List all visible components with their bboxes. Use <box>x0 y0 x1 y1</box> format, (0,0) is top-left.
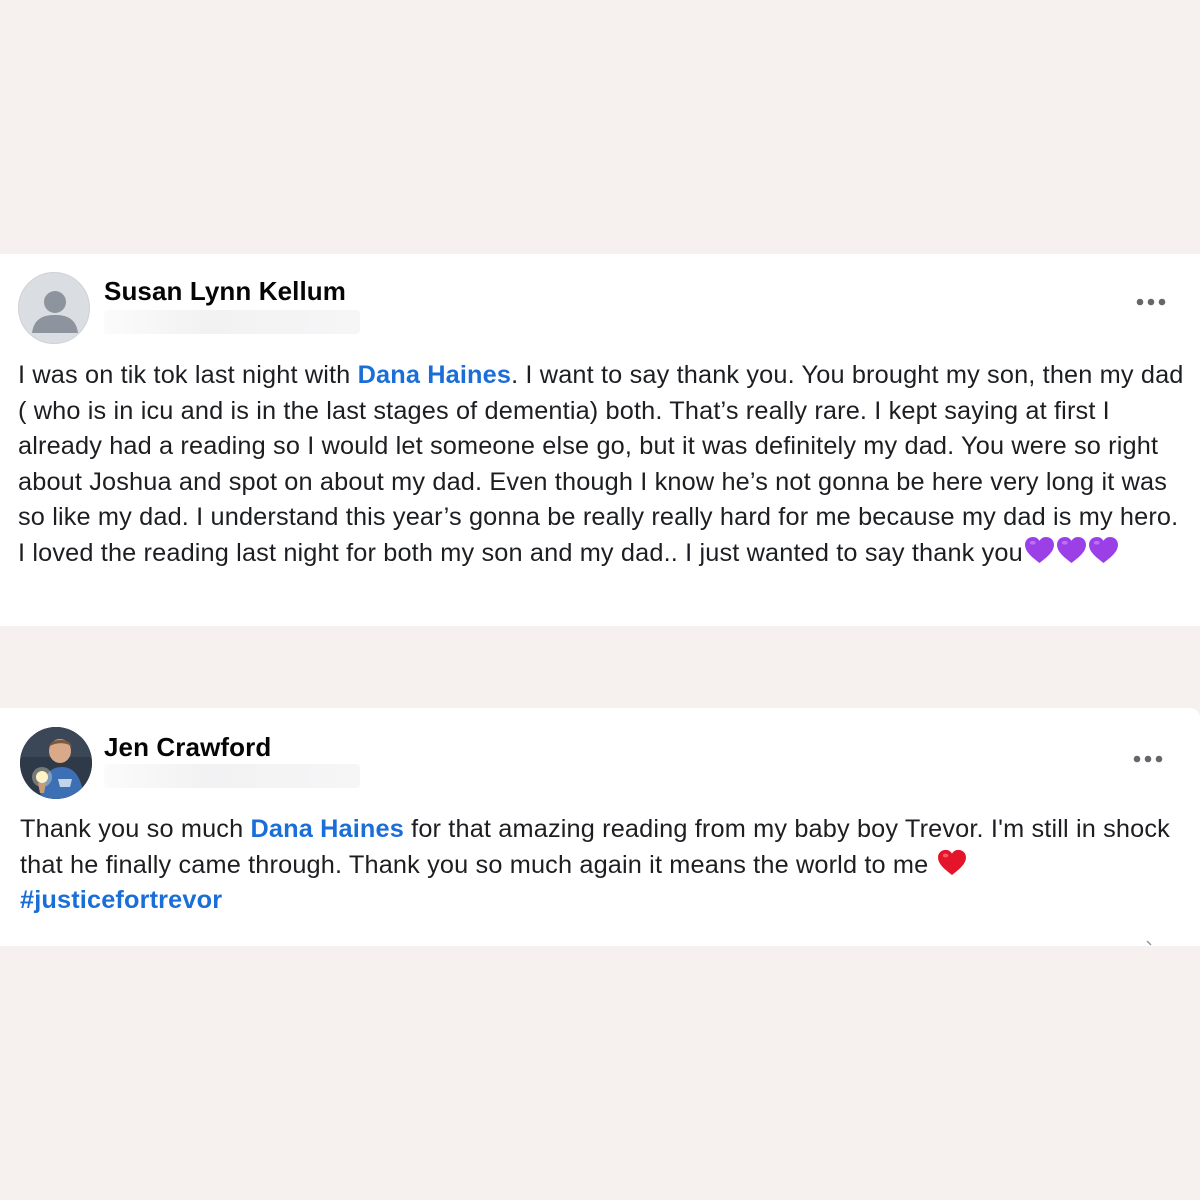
author-name[interactable]: Jen Crawford <box>104 732 271 763</box>
timestamp-redacted <box>104 764 360 788</box>
author-name[interactable]: Susan Lynn Kellum <box>104 276 346 307</box>
profile-photo-icon <box>20 727 92 799</box>
comment-text-part: I was on tik tok last night with <box>18 361 358 389</box>
comment-text: I was on tik tok last night with Dana Ha… <box>18 358 1184 571</box>
mention-link[interactable]: Dana Haines <box>358 361 512 389</box>
mention-link[interactable]: Dana Haines <box>250 815 404 843</box>
scroll-indicator-icon <box>1146 940 1152 946</box>
avatar[interactable] <box>18 272 90 344</box>
purple-heart-icon <box>1056 536 1087 564</box>
purple-heart-icon <box>1024 536 1055 564</box>
comment-text: Thank you so much Dana Haines for that a… <box>20 812 1184 919</box>
more-options-icon <box>1136 298 1166 306</box>
hashtag-link[interactable]: #justicefortrevor <box>20 886 222 914</box>
timestamp-redacted <box>104 310 360 334</box>
red-heart-icon <box>937 849 967 876</box>
comment-card: Susan Lynn Kellum I was on tik tok last … <box>0 254 1200 626</box>
more-options-icon <box>1133 755 1163 763</box>
comment-text-part: . I want to say thank you. You brought m… <box>18 361 1184 567</box>
page: Susan Lynn Kellum I was on tik tok last … <box>0 0 1200 1200</box>
comment-text-part: Thank you so much <box>20 815 251 843</box>
purple-heart-icon <box>1088 536 1119 564</box>
more-options-button[interactable] <box>1131 292 1171 312</box>
more-options-button[interactable] <box>1128 749 1168 769</box>
comment-card: Jen Crawford Thank you so much Dana Hain… <box>0 708 1200 946</box>
default-profile-silhouette-icon <box>32 291 78 333</box>
avatar[interactable] <box>20 727 92 799</box>
